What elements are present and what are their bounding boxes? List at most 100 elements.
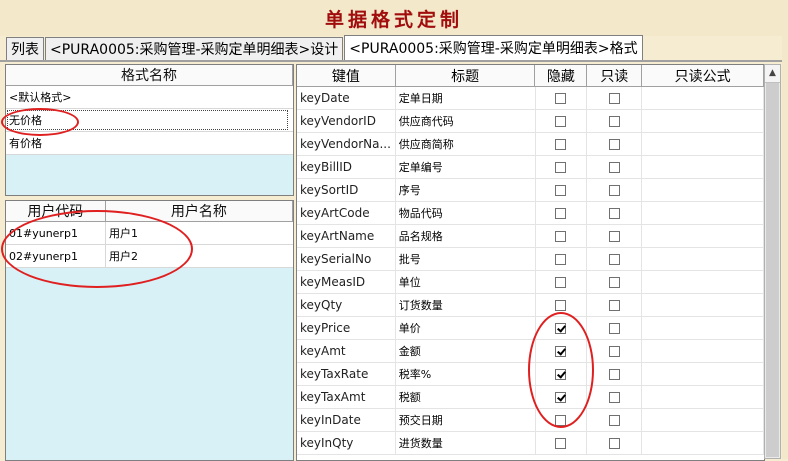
- hidden-checkbox[interactable]: [555, 161, 567, 173]
- readonly-formula-cell[interactable]: [642, 386, 764, 408]
- field-key[interactable]: keySerialNo: [297, 248, 396, 270]
- field-key[interactable]: keyTaxAmt: [297, 386, 396, 408]
- user-code-column-header[interactable]: 用户代码: [6, 201, 106, 221]
- readonly-checkbox[interactable]: [608, 207, 620, 219]
- field-title[interactable]: 预交日期: [396, 409, 536, 431]
- field-key[interactable]: keyPrice: [297, 317, 396, 339]
- hidden-checkbox[interactable]: [555, 207, 567, 219]
- field-key[interactable]: keyMeasID: [297, 271, 396, 293]
- field-title[interactable]: 单价: [396, 317, 536, 339]
- hidden-checkbox[interactable]: [555, 414, 567, 426]
- readonly-formula-cell[interactable]: [642, 432, 764, 454]
- field-key[interactable]: keySortID: [297, 179, 396, 201]
- field-title[interactable]: 金额: [396, 340, 536, 362]
- hidden-checkbox[interactable]: [555, 92, 567, 104]
- key-column-header[interactable]: 键值: [297, 65, 396, 86]
- tab-format[interactable]: <PURA0005:采购管理-采购定单明细表>格式: [344, 35, 643, 60]
- hidden-checkbox[interactable]: [555, 276, 567, 288]
- field-title[interactable]: 定单编号: [396, 156, 536, 178]
- readonly-checkbox[interactable]: [608, 368, 620, 380]
- readonly-checkbox[interactable]: [608, 299, 620, 311]
- readonly-checkbox[interactable]: [608, 276, 620, 288]
- field-title[interactable]: 供应商简称: [396, 133, 536, 155]
- field-key[interactable]: keyQty: [297, 294, 396, 316]
- field-title[interactable]: 单位: [396, 271, 536, 293]
- field-row[interactable]: keyQty 订货数量: [297, 294, 764, 317]
- tab-design[interactable]: <PURA0005:采购管理-采购定单明细表>设计: [45, 37, 344, 60]
- format-list-item[interactable]: <默认格式>: [6, 86, 293, 109]
- readonly-checkbox[interactable]: [608, 92, 620, 104]
- field-title[interactable]: 进货数量: [396, 432, 536, 454]
- hidden-checkbox[interactable]: [555, 299, 567, 311]
- user-name-column-header[interactable]: 用户名称: [106, 201, 293, 221]
- readonly-formula-cell[interactable]: [642, 363, 764, 385]
- field-key[interactable]: keyAmt: [297, 340, 396, 362]
- field-row[interactable]: keyVendorNa... 供应商简称: [297, 133, 764, 156]
- field-key[interactable]: keyVendorNa...: [297, 133, 396, 155]
- field-title[interactable]: 物品代码: [396, 202, 536, 224]
- hidden-column-header[interactable]: 隐藏: [535, 65, 588, 86]
- field-row[interactable]: keyTaxRate 税率%: [297, 363, 764, 386]
- readonly-checkbox[interactable]: [608, 138, 620, 150]
- readonly-checkbox[interactable]: [608, 414, 620, 426]
- field-row[interactable]: keySerialNo 批号: [297, 248, 764, 271]
- hidden-checkbox[interactable]: [555, 115, 567, 127]
- field-row[interactable]: keyVendorID 供应商代码: [297, 110, 764, 133]
- hidden-checkbox[interactable]: [555, 230, 567, 242]
- field-title[interactable]: 税额: [396, 386, 536, 408]
- readonly-checkbox[interactable]: [608, 230, 620, 242]
- readonly-checkbox[interactable]: [608, 391, 620, 403]
- field-row[interactable]: keyPrice 单价: [297, 317, 764, 340]
- title-column-header[interactable]: 标题: [396, 65, 536, 86]
- hidden-checkbox[interactable]: [555, 253, 567, 265]
- field-key[interactable]: keyDate: [297, 87, 396, 109]
- field-row[interactable]: keyMeasID 单位: [297, 271, 764, 294]
- readonly-formula-cell[interactable]: [642, 409, 764, 431]
- field-row[interactable]: keyAmt 金额: [297, 340, 764, 363]
- readonly-formula-cell[interactable]: [642, 202, 764, 224]
- user-row[interactable]: 02#yunerp1 用户2: [6, 245, 293, 268]
- field-key[interactable]: keyTaxRate: [297, 363, 396, 385]
- field-row[interactable]: keyDate 定单日期: [297, 87, 764, 110]
- hidden-checkbox[interactable]: [555, 322, 567, 334]
- readonly-formula-cell[interactable]: [642, 156, 764, 178]
- field-key[interactable]: keyInQty: [297, 432, 396, 454]
- tab-list[interactable]: 列表: [6, 37, 44, 60]
- hidden-checkbox[interactable]: [555, 368, 567, 380]
- field-title[interactable]: 批号: [396, 248, 536, 270]
- hidden-checkbox[interactable]: [555, 345, 567, 357]
- readonly-formula-column-header[interactable]: 只读公式: [642, 65, 764, 86]
- scrollbar-thumb[interactable]: [766, 83, 779, 457]
- field-row[interactable]: keySortID 序号: [297, 179, 764, 202]
- readonly-formula-cell[interactable]: [642, 179, 764, 201]
- readonly-formula-cell[interactable]: [642, 87, 764, 109]
- readonly-formula-cell[interactable]: [642, 294, 764, 316]
- readonly-formula-cell[interactable]: [642, 271, 764, 293]
- field-title[interactable]: 税率%: [396, 363, 536, 385]
- readonly-checkbox[interactable]: [608, 184, 620, 196]
- field-key[interactable]: keyArtName: [297, 225, 396, 247]
- field-key[interactable]: keyArtCode: [297, 202, 396, 224]
- readonly-checkbox[interactable]: [608, 437, 620, 449]
- readonly-formula-cell[interactable]: [642, 133, 764, 155]
- format-list-item[interactable]: 无价格: [6, 109, 293, 132]
- field-row[interactable]: keyInQty 进货数量: [297, 432, 764, 455]
- field-key[interactable]: keyBillID: [297, 156, 396, 178]
- field-title[interactable]: 定单日期: [396, 87, 536, 109]
- hidden-checkbox[interactable]: [555, 437, 567, 449]
- readonly-checkbox[interactable]: [608, 345, 620, 357]
- field-key[interactable]: keyVendorID: [297, 110, 396, 132]
- readonly-checkbox[interactable]: [608, 115, 620, 127]
- readonly-column-header[interactable]: 只读: [587, 65, 643, 86]
- field-key[interactable]: keyInDate: [297, 409, 396, 431]
- readonly-formula-cell[interactable]: [642, 248, 764, 270]
- scroll-up-arrow-icon[interactable]: ▲: [765, 65, 780, 83]
- field-row[interactable]: keyArtName 品名规格: [297, 225, 764, 248]
- field-row[interactable]: keyInDate 预交日期: [297, 409, 764, 432]
- readonly-checkbox[interactable]: [608, 253, 620, 265]
- format-name-column-header[interactable]: 格式名称: [6, 65, 293, 85]
- field-row[interactable]: keyTaxAmt 税额: [297, 386, 764, 409]
- readonly-formula-cell[interactable]: [642, 225, 764, 247]
- vertical-scrollbar[interactable]: ▲: [764, 64, 781, 459]
- field-title[interactable]: 订货数量: [396, 294, 536, 316]
